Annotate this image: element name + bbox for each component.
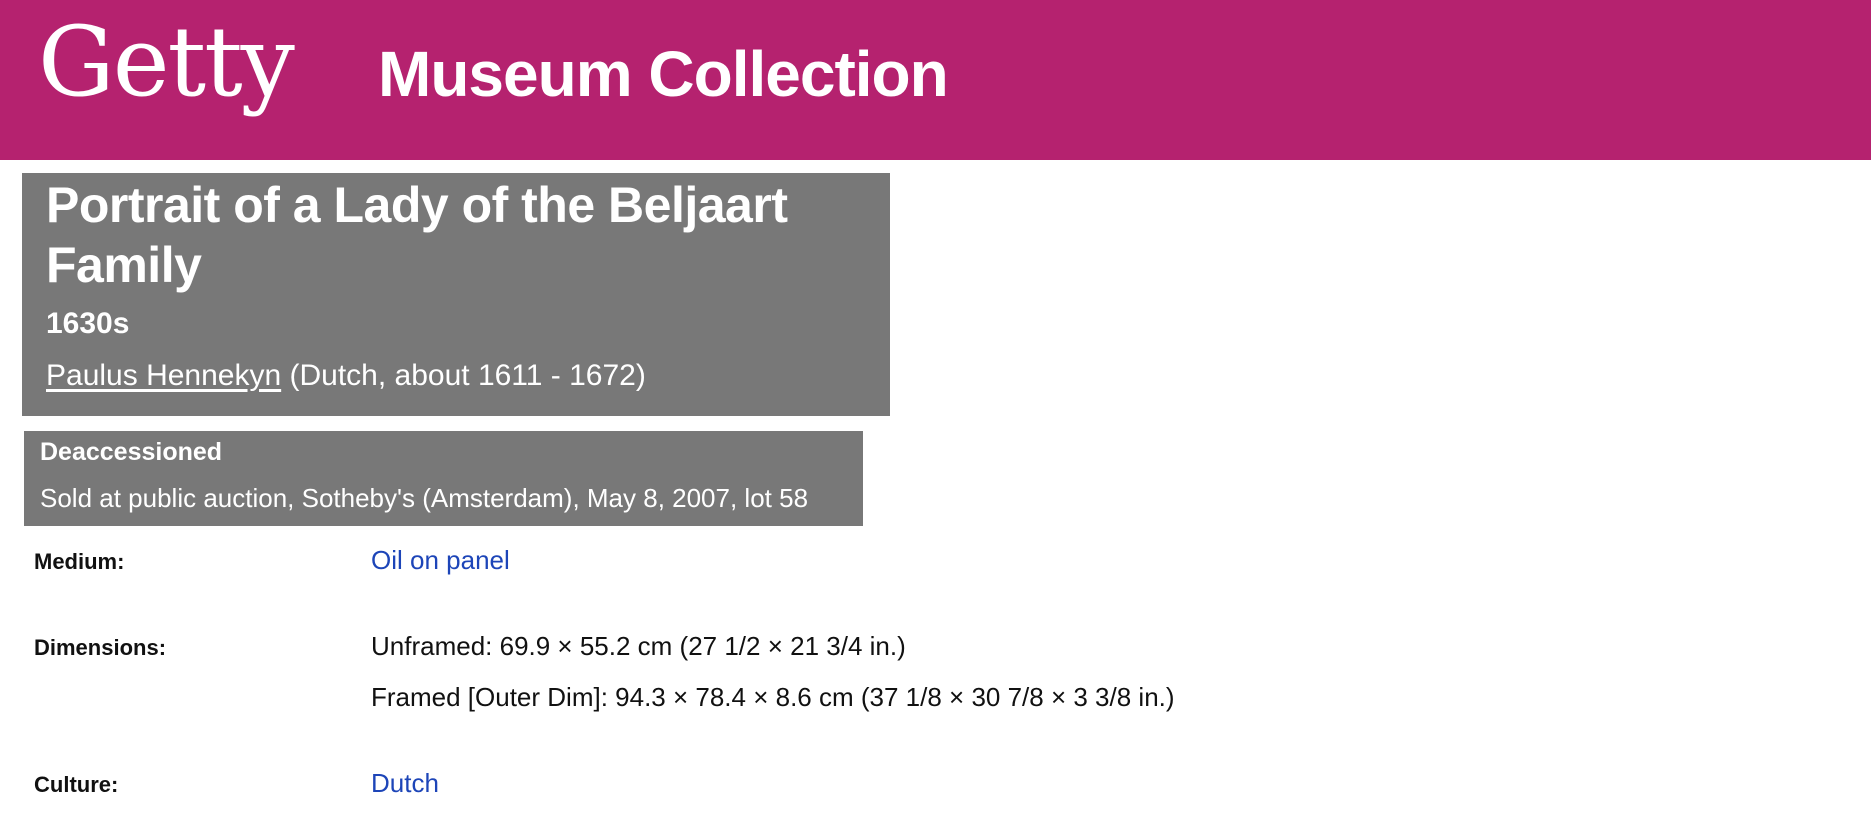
artist-link[interactable]: Paulus Hennekyn [46, 359, 281, 392]
deaccession-status: Deaccessioned [40, 438, 223, 466]
object-title: Portrait of a Lady of the Beljaart Famil… [46, 177, 788, 293]
object-title-panel: Portrait of a Lady of the Beljaart Famil… [22, 173, 890, 416]
medium-value: Oil on panel [371, 543, 510, 577]
site-header: Getty Museum Collection [0, 0, 1871, 160]
site-title: Museum Collection [378, 38, 949, 110]
medium-link[interactable]: Oil on panel [371, 545, 510, 575]
culture-link[interactable]: Dutch [371, 768, 439, 798]
culture-value: Dutch [371, 766, 439, 800]
dimensions-label: Dimensions: [34, 635, 167, 660]
artist-details: (Dutch, about 1611 - 1672) [289, 359, 646, 392]
deaccession-note: Sold at public auction, Sotheby's (Amste… [40, 483, 809, 513]
object-artist: Paulus Hennekyn (Dutch, about 1611 - 167… [46, 357, 866, 395]
dimensions-unframed: Unframed: 69.9 × 55.2 cm (27 1/2 × 21 3/… [371, 631, 906, 661]
dimensions-framed: Framed [Outer Dim]: 94.3 × 78.4 × 8.6 cm… [371, 682, 1175, 712]
culture-label: Culture: [34, 772, 119, 797]
deaccession-panel: Deaccessioned Sold at public auction, So… [24, 431, 863, 526]
object-date: 1630s [46, 307, 130, 340]
getty-logo[interactable]: Getty [38, 14, 295, 110]
medium-label: Medium: [34, 549, 125, 574]
